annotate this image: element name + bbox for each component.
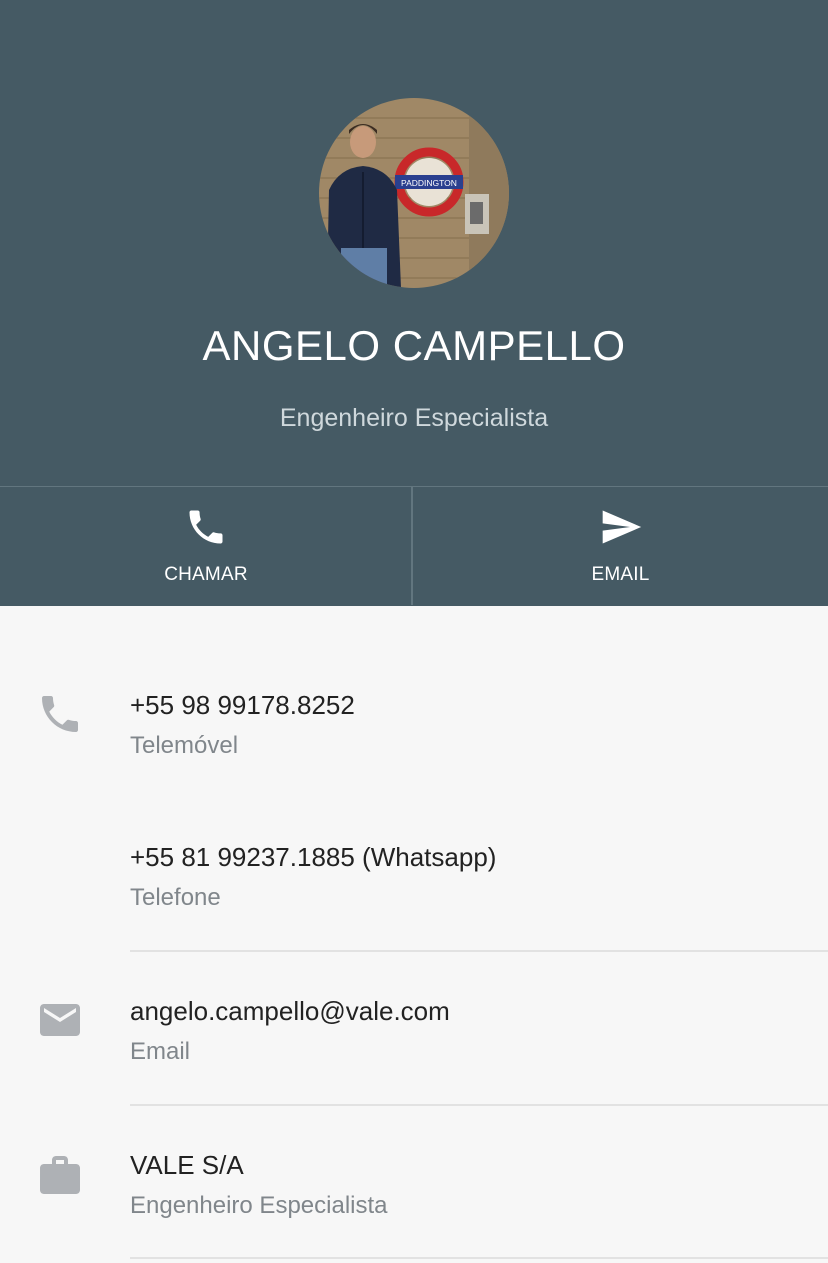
contact-name: ANGELO CAMPELLO (202, 322, 626, 369)
contact-header: PADDINGTON ANGELO CAMPELLO Engenheiro Es… (0, 0, 828, 606)
contact-job-title: Engenheiro Especialista (279, 404, 549, 432)
avatar: PADDINGTON (319, 98, 509, 288)
mail-icon (36, 996, 84, 1044)
phone-number: +55 98 99178.8252 (130, 690, 355, 720)
company-role: Engenheiro Especialista (130, 1192, 388, 1219)
phone-number: +55 81 99237.1885 (Whatsapp) (130, 842, 497, 872)
email-address: angelo.campello@vale.com (130, 996, 450, 1026)
email-button-label: EMAIL (591, 564, 650, 585)
action-bar: CHAMAR EMAIL (0, 486, 828, 606)
send-icon (599, 505, 643, 549)
phone-icon (184, 505, 228, 549)
svg-text:PADDINGTON: PADDINGTON (401, 178, 457, 188)
phone-type-label: Telemóvel (130, 732, 239, 759)
phone-type-label: Telefone (130, 884, 221, 911)
section-divider (130, 950, 828, 952)
section-divider (130, 1104, 828, 1106)
call-button-label: CHAMAR (164, 564, 248, 585)
company-name: VALE S/A (130, 1150, 244, 1180)
section-divider (130, 1257, 828, 1259)
call-button[interactable]: CHAMAR (0, 487, 412, 607)
email-button[interactable]: EMAIL (413, 487, 828, 607)
email-type-label: Email (130, 1038, 191, 1065)
briefcase-icon (36, 1152, 84, 1200)
phone-icon (36, 690, 84, 738)
